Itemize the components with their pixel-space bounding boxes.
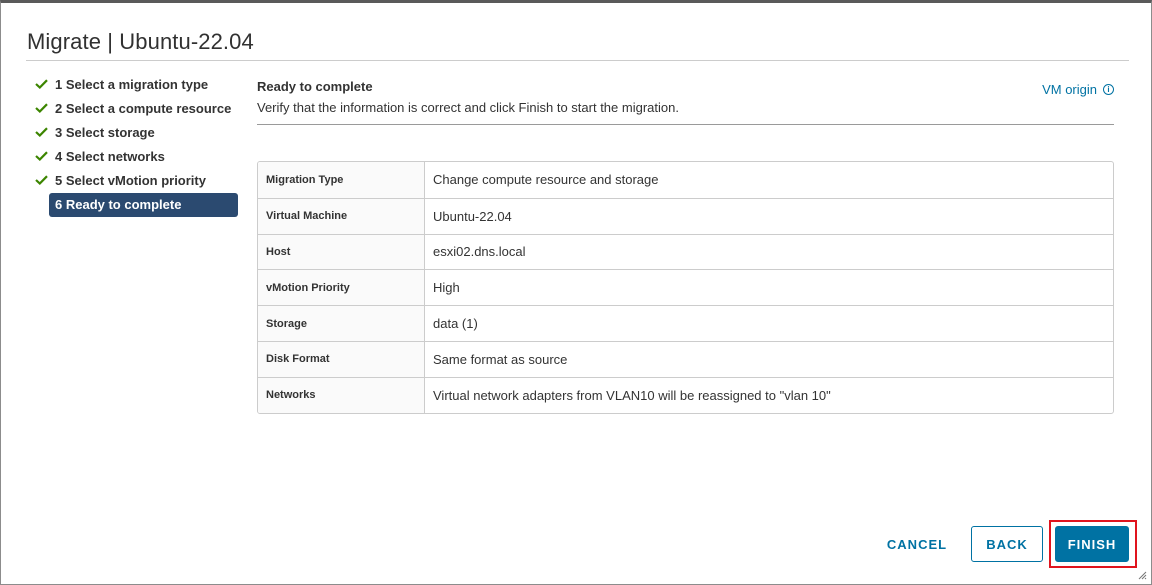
table-row: Host esxi02.dns.local — [258, 233, 1113, 270]
step-label: 4 Select networks — [55, 149, 165, 164]
step-networks[interactable]: 4 Select networks — [31, 145, 241, 169]
check-icon — [35, 79, 48, 89]
dialog-title: Migrate | Ubuntu-22.04 — [27, 29, 254, 54]
row-key: Storage — [258, 306, 425, 341]
step-label: 6 Ready to complete — [55, 197, 182, 212]
row-value: Same format as source — [433, 351, 568, 367]
step-vmotion-priority[interactable]: 5 Select vMotion priority — [31, 169, 241, 193]
title-divider — [26, 60, 1129, 61]
step-label: 2 Select a compute resource — [55, 101, 232, 116]
row-key: Host — [258, 234, 425, 270]
row-value: Ubuntu-22.04 — [433, 208, 512, 224]
row-key: Virtual Machine — [258, 198, 425, 234]
row-key: vMotion Priority — [258, 270, 425, 306]
table-row: Migration Type Change compute resource a… — [258, 162, 1113, 198]
row-value: Change compute resource and storage — [433, 172, 659, 188]
check-icon — [35, 175, 48, 185]
row-value: High — [433, 280, 460, 296]
check-icon — [35, 151, 48, 161]
summary-table: Migration Type Change compute resource a… — [257, 161, 1114, 414]
step-storage[interactable]: 3 Select storage — [31, 121, 241, 145]
table-row: Disk Format Same format as source — [258, 340, 1113, 377]
info-icon[interactable]: i — [1103, 84, 1114, 95]
step-migration-type[interactable]: 1 Select a migration type — [31, 73, 241, 97]
table-row: Storage data (1) — [258, 305, 1113, 341]
wizard-steps: 1 Select a migration type 2 Select a com… — [31, 73, 241, 217]
row-value: Virtual network adapters from VLAN10 wil… — [433, 387, 831, 403]
step-label: 3 Select storage — [55, 125, 155, 140]
cancel-button[interactable]: CANCEL — [881, 526, 953, 562]
section-description: Verify that the information is correct a… — [257, 100, 679, 115]
step-label: 1 Select a migration type — [55, 77, 209, 92]
table-row: Networks Virtual network adapters from V… — [258, 376, 1113, 413]
row-value: esxi02.dns.local — [433, 244, 526, 260]
row-value: data (1) — [433, 316, 478, 332]
check-icon — [35, 127, 48, 137]
section-title: Ready to complete — [257, 79, 373, 94]
section-divider — [257, 124, 1114, 125]
back-button[interactable]: BACK — [971, 526, 1043, 562]
check-icon — [35, 103, 48, 113]
finish-button[interactable]: FINISH — [1055, 526, 1129, 562]
vm-origin-label: VM origin — [1042, 82, 1097, 97]
vm-origin-link[interactable]: VM origin i — [1042, 82, 1114, 97]
step-compute-resource[interactable]: 2 Select a compute resource — [31, 97, 241, 121]
table-row: vMotion Priority High — [258, 269, 1113, 306]
step-ready-to-complete[interactable]: 6 Ready to complete — [49, 193, 238, 217]
row-key: Networks — [258, 377, 425, 413]
migrate-dialog: Migrate | Ubuntu-22.04 1 Select a migrat… — [0, 0, 1152, 585]
step-label: 5 Select vMotion priority — [55, 173, 206, 188]
row-key: Migration Type — [258, 162, 425, 198]
resize-grip-icon[interactable] — [1138, 571, 1147, 580]
table-row: Virtual Machine Ubuntu-22.04 — [258, 197, 1113, 234]
row-key: Disk Format — [258, 341, 425, 377]
